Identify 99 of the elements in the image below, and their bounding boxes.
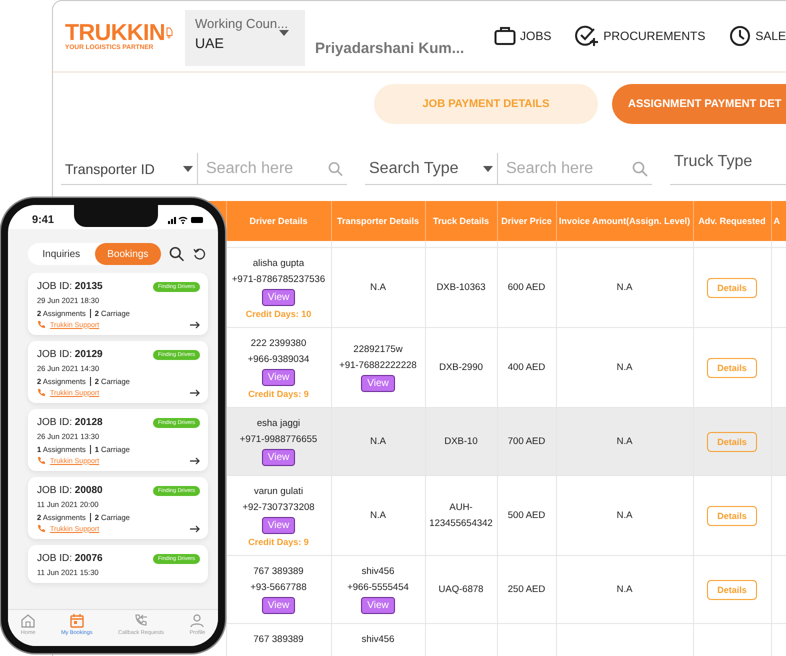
table-cell-text: DXB-10 — [443, 434, 479, 448]
nav-link[interactable]: PROCUREMENTS — [603, 29, 706, 43]
table-cell-text: N.A — [616, 280, 634, 294]
table-cell-text: alisha gupta — [252, 257, 306, 271]
table-cell-text: 767 389389 — [252, 565, 305, 579]
country-dropdown[interactable]: Working Coun... UAE — [185, 10, 305, 66]
phone-callback-icon — [134, 614, 148, 628]
table-cell-text: N.A — [616, 434, 634, 448]
table-cell-text: 400 AED — [506, 360, 546, 374]
tab[interactable]: ASSIGNMENT PAYMENT DET — [612, 84, 786, 124]
table-cell-text: shiv456 — [360, 565, 396, 579]
table-cell-text: 22892175w — [352, 343, 404, 357]
status-icons — [168, 216, 204, 224]
table-cell-text: N.A — [616, 508, 634, 522]
column-header: A — [774, 216, 780, 226]
tab[interactable]: JOB PAYMENT DETAILS — [374, 84, 598, 124]
credit-days: Credit Days: 9 — [228, 537, 328, 547]
column-header: Driver Details — [249, 216, 308, 226]
table-cell-text: UAQ-6878 — [438, 582, 484, 596]
table-cell-text: DXB-10363 — [435, 280, 487, 294]
calendar-icon — [70, 614, 84, 628]
table-cell-text: +91-76882222228 — [338, 359, 418, 373]
table-cell-text: 250 AED — [506, 582, 546, 596]
table-cell-text: 700 AED — [506, 434, 546, 448]
filter-dropdown[interactable]: Search Type — [365, 153, 497, 185]
details-button[interactable]: Details — [707, 358, 757, 378]
job-id: JOB ID: 20129 — [37, 349, 103, 360]
table-cell-text: AUH-123455654342 — [428, 500, 494, 530]
column-header: Driver Price — [501, 216, 552, 226]
table-cell-text: N.A — [616, 582, 634, 596]
table-cell-text: +971-8786785237536 — [230, 273, 326, 287]
search-icon — [328, 160, 343, 176]
column-header: Transporter Details — [336, 216, 420, 226]
caret-icon — [183, 166, 193, 172]
table-cell-text: shiv456 — [360, 633, 396, 647]
segment-tab[interactable]: Bookings — [94, 243, 162, 265]
arrow-icon[interactable] — [190, 525, 200, 533]
arrow-icon[interactable] — [190, 389, 200, 397]
column-header: Invoice Amount(Assign. Level) — [558, 216, 690, 226]
search-field[interactable]: Search here — [504, 158, 628, 178]
view-button[interactable]: View — [361, 375, 395, 392]
nav-link[interactable]: JOBS — [520, 29, 552, 43]
arrow-icon[interactable] — [190, 321, 200, 329]
table-cell-text: +971-9988776655 — [238, 433, 318, 447]
details-button[interactable]: Details — [707, 278, 757, 298]
briefcase-icon — [494, 26, 516, 46]
details-button[interactable]: Details — [707, 506, 757, 526]
phone-icon — [37, 389, 45, 397]
person-icon — [190, 614, 204, 628]
details-button[interactable]: Details — [707, 580, 757, 600]
status-time: 9:41 — [32, 214, 54, 226]
view-button[interactable]: View — [262, 449, 296, 466]
table-cell-text: 600 AED — [506, 280, 546, 294]
phone-icon — [37, 457, 45, 465]
search-icon — [169, 246, 184, 262]
clock-icon — [729, 25, 752, 47]
table-cell-text: N.A — [616, 360, 634, 374]
view-button[interactable]: View — [262, 517, 296, 534]
table-cell-text: varun gulati — [252, 485, 304, 499]
column-header: Truck Details — [432, 216, 490, 226]
table-cell-text: DXB-2990 — [438, 360, 484, 374]
view-button[interactable]: View — [262, 369, 296, 386]
caret-icon — [483, 166, 493, 172]
nav-link[interactable]: SALE — [755, 29, 786, 43]
user-name: Priyadarshani Kum... — [315, 40, 466, 59]
view-button[interactable]: View — [262, 597, 296, 614]
credit-days: Credit Days: 9 — [228, 389, 328, 399]
job-id: JOB ID: 20076 — [37, 553, 103, 564]
table-cell-text: +966-9389034 — [246, 353, 310, 367]
credit-days: Credit Days: 10 — [228, 309, 328, 319]
caret-icon — [279, 30, 289, 36]
home-icon — [21, 614, 36, 628]
check-plus-icon — [575, 25, 600, 47]
truck-type-field[interactable]: Truck Type — [670, 153, 786, 185]
refresh-icon[interactable] — [192, 247, 206, 261]
phone-icon — [37, 321, 45, 329]
search-icon — [632, 160, 648, 176]
job-id: JOB ID: 20135 — [37, 281, 103, 292]
logo-wordmark: TRUKKIN — [65, 21, 165, 44]
table-cell-text: 767 389389 — [252, 633, 305, 647]
job-id: JOB ID: 20080 — [37, 485, 103, 496]
filter-dropdown[interactable]: Transporter ID — [61, 153, 197, 185]
view-button[interactable]: View — [361, 597, 395, 614]
table-cell-text: +92-7307373208 — [241, 501, 316, 515]
job-id: JOB ID: 20128 — [37, 417, 103, 428]
table-cell-text: N.A — [369, 508, 387, 522]
table-cell-text: +93-5667788 — [249, 581, 308, 595]
arrow-icon[interactable] — [190, 457, 200, 465]
table-cell-text: +966-5555454 — [346, 581, 410, 595]
table-cell-text: 500 AED — [506, 508, 546, 522]
table-cell-text: N.A — [369, 280, 387, 294]
table-cell-text: 222 2399380 — [250, 337, 308, 351]
search-field[interactable]: Search here — [204, 158, 328, 178]
table-cell-text: esha jaggi — [256, 417, 302, 431]
column-header: Adv. Requested — [698, 216, 766, 226]
phone-icon — [37, 525, 45, 533]
view-button[interactable]: View — [262, 289, 296, 306]
table-cell-text: N.A — [369, 434, 387, 448]
details-button[interactable]: Details — [707, 432, 757, 452]
